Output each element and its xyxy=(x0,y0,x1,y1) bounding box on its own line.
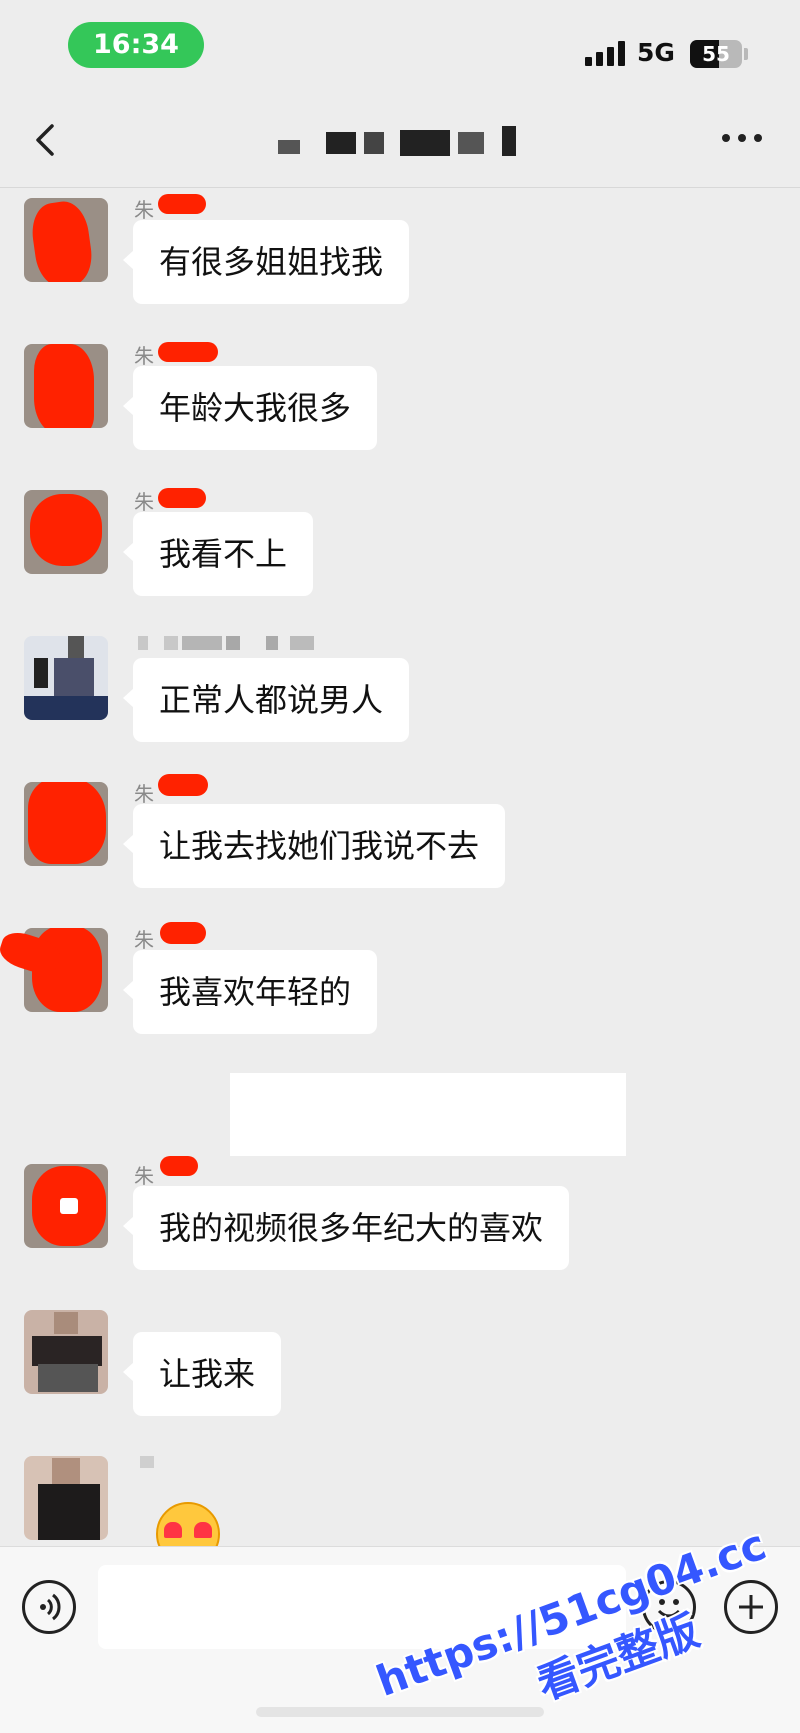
emoji-message[interactable]: heart-eyes-emoji xyxy=(152,1496,224,1548)
message-bubble[interactable]: 有很多姐姐找我 xyxy=(122,220,410,304)
battery-tip xyxy=(744,48,748,60)
more-options-icon[interactable] xyxy=(720,130,764,146)
add-attachment-icon[interactable] xyxy=(724,1580,778,1634)
battery-percentage: 55 xyxy=(702,42,730,66)
message-bubble[interactable]: 我的视频很多年纪大的喜欢 xyxy=(122,1186,570,1270)
status-bar: 16:34 5G 55 xyxy=(0,0,800,96)
sender-name-pixelated xyxy=(140,1456,154,1468)
message-bubble[interactable]: 正常人都说男人 xyxy=(122,658,410,742)
home-indicator xyxy=(256,1707,544,1717)
network-type: 5G xyxy=(637,38,675,67)
avatar[interactable] xyxy=(24,344,108,428)
sender-name-redaction xyxy=(158,488,206,508)
status-time: 16:34 xyxy=(68,22,204,68)
message-input-bar xyxy=(0,1546,800,1733)
redacted-block xyxy=(230,1073,626,1156)
avatar[interactable] xyxy=(24,1164,108,1248)
avatar[interactable] xyxy=(24,636,108,720)
sender-name-redaction xyxy=(158,342,218,362)
voice-input-icon[interactable] xyxy=(22,1580,76,1634)
sender-name-redaction xyxy=(158,194,206,214)
chat-title-redacted xyxy=(270,126,550,160)
sender-name-redaction xyxy=(160,922,206,944)
emoji-picker-icon[interactable] xyxy=(642,1580,696,1634)
sender-name-redaction xyxy=(158,774,208,796)
avatar[interactable] xyxy=(24,490,108,574)
avatar[interactable] xyxy=(24,198,108,282)
sender-name-redaction xyxy=(160,1156,198,1176)
message-bubble[interactable]: 让我去找她们我说不去 xyxy=(122,804,506,888)
avatar[interactable] xyxy=(24,782,108,866)
sender-name: 朱 xyxy=(134,198,154,222)
chat-header xyxy=(0,96,800,188)
sender-name: 朱 xyxy=(134,490,154,514)
avatar[interactable] xyxy=(24,1310,108,1394)
cellular-signal-icon xyxy=(585,40,627,66)
sender-name-pixelated xyxy=(138,636,318,650)
message-bubble[interactable]: 让我来 xyxy=(122,1332,282,1416)
battery-icon: 55 xyxy=(690,40,742,68)
message-bubble[interactable]: 年龄大我很多 xyxy=(122,366,378,450)
sender-name: 朱 xyxy=(134,344,154,368)
message-input[interactable] xyxy=(98,1565,626,1649)
message-bubble[interactable]: 我看不上 xyxy=(122,512,314,596)
avatar[interactable] xyxy=(24,1456,108,1540)
message-bubble[interactable]: 我喜欢年轻的 xyxy=(122,950,378,1034)
sender-name: 朱 xyxy=(134,1164,154,1188)
sender-name: 朱 xyxy=(134,928,154,952)
heart-eyes-emoji-icon xyxy=(156,1502,220,1548)
sender-name: 朱 xyxy=(134,782,154,806)
back-chevron-icon[interactable] xyxy=(28,116,68,164)
